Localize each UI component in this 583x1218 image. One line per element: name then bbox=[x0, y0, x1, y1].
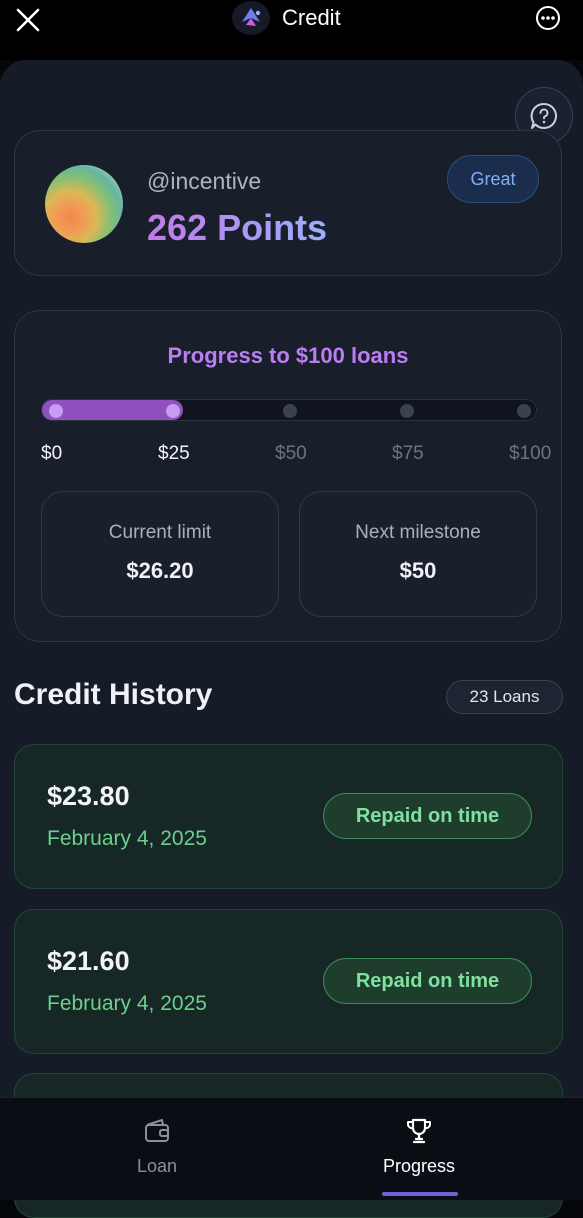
nav-label-loan: Loan bbox=[136, 1156, 178, 1176]
loan-amount: $21.60 bbox=[47, 946, 130, 976]
loan-status-badge: Repaid on time bbox=[323, 793, 532, 839]
milestone-dot bbox=[400, 404, 414, 418]
next-milestone-value: $50 bbox=[399, 558, 437, 583]
milestone-dot bbox=[49, 404, 63, 418]
profile-card: @incentive 262 Points Great bbox=[14, 130, 562, 276]
close-button[interactable] bbox=[14, 6, 42, 34]
current-limit-label: Current limit bbox=[108, 522, 212, 543]
chat-help-icon bbox=[530, 102, 557, 129]
next-milestone-label: Next milestone bbox=[355, 522, 481, 543]
loan-amount: $23.80 bbox=[47, 781, 130, 811]
top-bar: Credit bbox=[0, 0, 583, 60]
loan-status-badge: Repaid on time bbox=[323, 958, 532, 1004]
milestone-label: $100 bbox=[509, 443, 552, 464]
wallet-icon bbox=[145, 1119, 169, 1142]
milestone-dot bbox=[517, 404, 531, 418]
loan-history-card[interactable]: $23.80 February 4, 2025 Repaid on time bbox=[14, 744, 563, 889]
user-handle: @incentive bbox=[147, 168, 262, 194]
nav-label-progress: Progress bbox=[382, 1156, 456, 1176]
loan-history-card[interactable]: $21.60 February 4, 2025 Repaid on time bbox=[14, 909, 563, 1054]
active-tab-indicator bbox=[382, 1192, 458, 1196]
next-milestone-card: Next milestone $50 bbox=[299, 491, 537, 617]
milestone-dot bbox=[166, 404, 180, 418]
current-limit-card: Current limit $26.20 bbox=[41, 491, 279, 617]
nav-tab-progress[interactable]: Progress bbox=[339, 1116, 499, 1177]
app-logo-icon bbox=[232, 1, 270, 35]
more-icon bbox=[536, 6, 560, 30]
current-limit-value: $26.20 bbox=[126, 558, 194, 583]
progress-track bbox=[41, 399, 537, 421]
avatar bbox=[45, 165, 123, 243]
progress-fill bbox=[42, 400, 183, 420]
milestone-label: $0 bbox=[41, 443, 63, 464]
more-options-button[interactable] bbox=[535, 5, 561, 31]
points-total: 262 Points bbox=[147, 207, 328, 248]
nav-tab-loan[interactable]: Loan bbox=[77, 1116, 237, 1177]
credit-history-title: Credit History bbox=[14, 678, 213, 711]
loan-date: February 4, 2025 bbox=[47, 827, 207, 850]
milestone-label: $25 bbox=[158, 443, 190, 464]
loan-count-badge: 23 Loans bbox=[446, 680, 563, 714]
bottom-navigation: Loan Progress bbox=[0, 1097, 583, 1200]
loan-date: February 4, 2025 bbox=[47, 992, 207, 1015]
progress-card: Progress to $100 loans $0 $25 $50 $75 $1… bbox=[14, 310, 562, 642]
close-icon bbox=[16, 8, 40, 32]
milestone-label: $50 bbox=[275, 443, 307, 464]
milestone-dot bbox=[283, 404, 297, 418]
milestone-label: $75 bbox=[392, 443, 424, 464]
credit-rating-badge[interactable]: Great bbox=[447, 155, 539, 203]
progress-title: Progress to $100 loans bbox=[167, 343, 409, 368]
app-title: Credit bbox=[282, 5, 341, 30]
app-title-group: Credit bbox=[232, 0, 341, 36]
trophy-icon bbox=[407, 1118, 431, 1144]
